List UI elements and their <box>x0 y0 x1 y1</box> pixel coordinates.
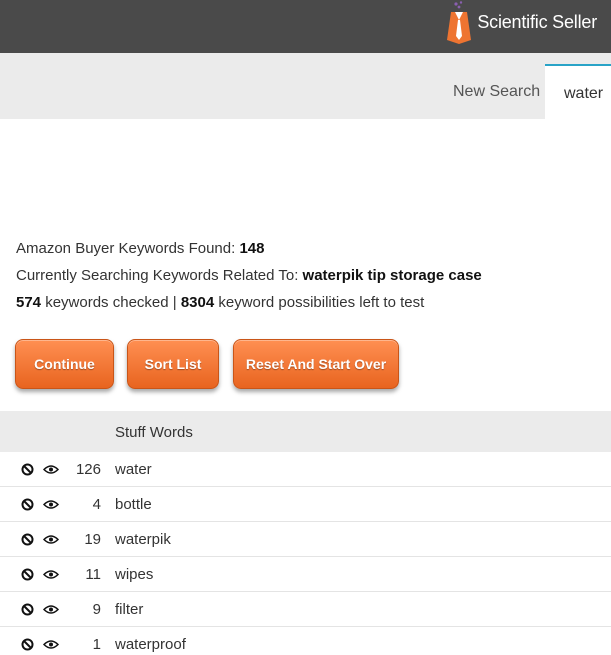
row-word[interactable]: filter <box>115 601 143 618</box>
table-header: Stuff Words <box>0 411 611 452</box>
row-word[interactable]: water <box>115 461 152 478</box>
row-count: 11 <box>85 566 101 583</box>
table-row: 9 filter <box>0 592 611 627</box>
row-word[interactable]: bottle <box>115 496 152 513</box>
tab-water-label: water <box>564 85 604 102</box>
searching-label: Currently Searching Keywords Related To: <box>16 267 303 284</box>
tab-new-search[interactable]: New Search <box>453 83 540 101</box>
continue-button[interactable]: Continue <box>15 339 114 389</box>
row-count: 19 <box>84 531 101 548</box>
row-word[interactable]: waterpik <box>115 531 171 548</box>
keywords-found-label: Amazon Buyer Keywords Found: <box>16 240 240 257</box>
table-row: 126 water <box>0 452 611 487</box>
logo-icon <box>447 1 472 44</box>
row-count: 9 <box>92 601 101 618</box>
table-row: 4 bottle <box>0 487 611 522</box>
progress-line: 574 keywords checked | 8304 keyword poss… <box>16 294 424 311</box>
left-label: keyword possibilities left to test <box>214 294 425 311</box>
table-row: 11 wipes <box>0 557 611 592</box>
ban-icon[interactable] <box>21 533 34 546</box>
tab-water[interactable]: water <box>545 64 611 120</box>
left-count: 8304 <box>180 294 215 311</box>
eye-icon[interactable] <box>43 534 59 545</box>
row-count: 4 <box>92 496 101 513</box>
eye-icon[interactable] <box>43 604 59 615</box>
eye-icon[interactable] <box>43 569 59 580</box>
brand[interactable]: Scientific Seller <box>447 0 597 44</box>
ban-icon[interactable] <box>21 603 34 616</box>
row-word[interactable]: wipes <box>115 566 153 583</box>
table-row: 19 waterpik <box>0 522 611 557</box>
checked-count: 574 <box>16 294 42 311</box>
eye-icon[interactable] <box>43 499 59 510</box>
searching-line: Currently Searching Keywords Related To:… <box>16 267 482 284</box>
eye-icon[interactable] <box>43 639 59 650</box>
ban-icon[interactable] <box>21 568 34 581</box>
tab-bar: New Search water <box>0 53 611 120</box>
sort-list-button[interactable]: Sort List <box>127 339 219 389</box>
row-count: 126 <box>75 461 101 478</box>
ban-icon[interactable] <box>21 463 34 476</box>
column-stuff-words[interactable]: Stuff Words <box>115 424 193 441</box>
row-word[interactable]: waterproof <box>115 636 186 653</box>
keywords-found-line: Amazon Buyer Keywords Found: 148 <box>16 240 264 257</box>
ban-icon[interactable] <box>21 498 34 511</box>
keywords-found-count: 148 <box>239 240 265 257</box>
checked-label: keywords checked | <box>41 294 181 311</box>
top-bar: Scientific Seller <box>0 0 611 53</box>
row-count: 1 <box>92 636 101 653</box>
reset-button[interactable]: Reset And Start Over <box>233 339 399 389</box>
eye-icon[interactable] <box>43 464 59 475</box>
searching-term: waterpik tip storage case <box>302 267 482 284</box>
brand-name: Scientific Seller <box>477 11 597 32</box>
ban-icon[interactable] <box>21 638 34 651</box>
table-row: 1 waterproof <box>0 627 611 655</box>
